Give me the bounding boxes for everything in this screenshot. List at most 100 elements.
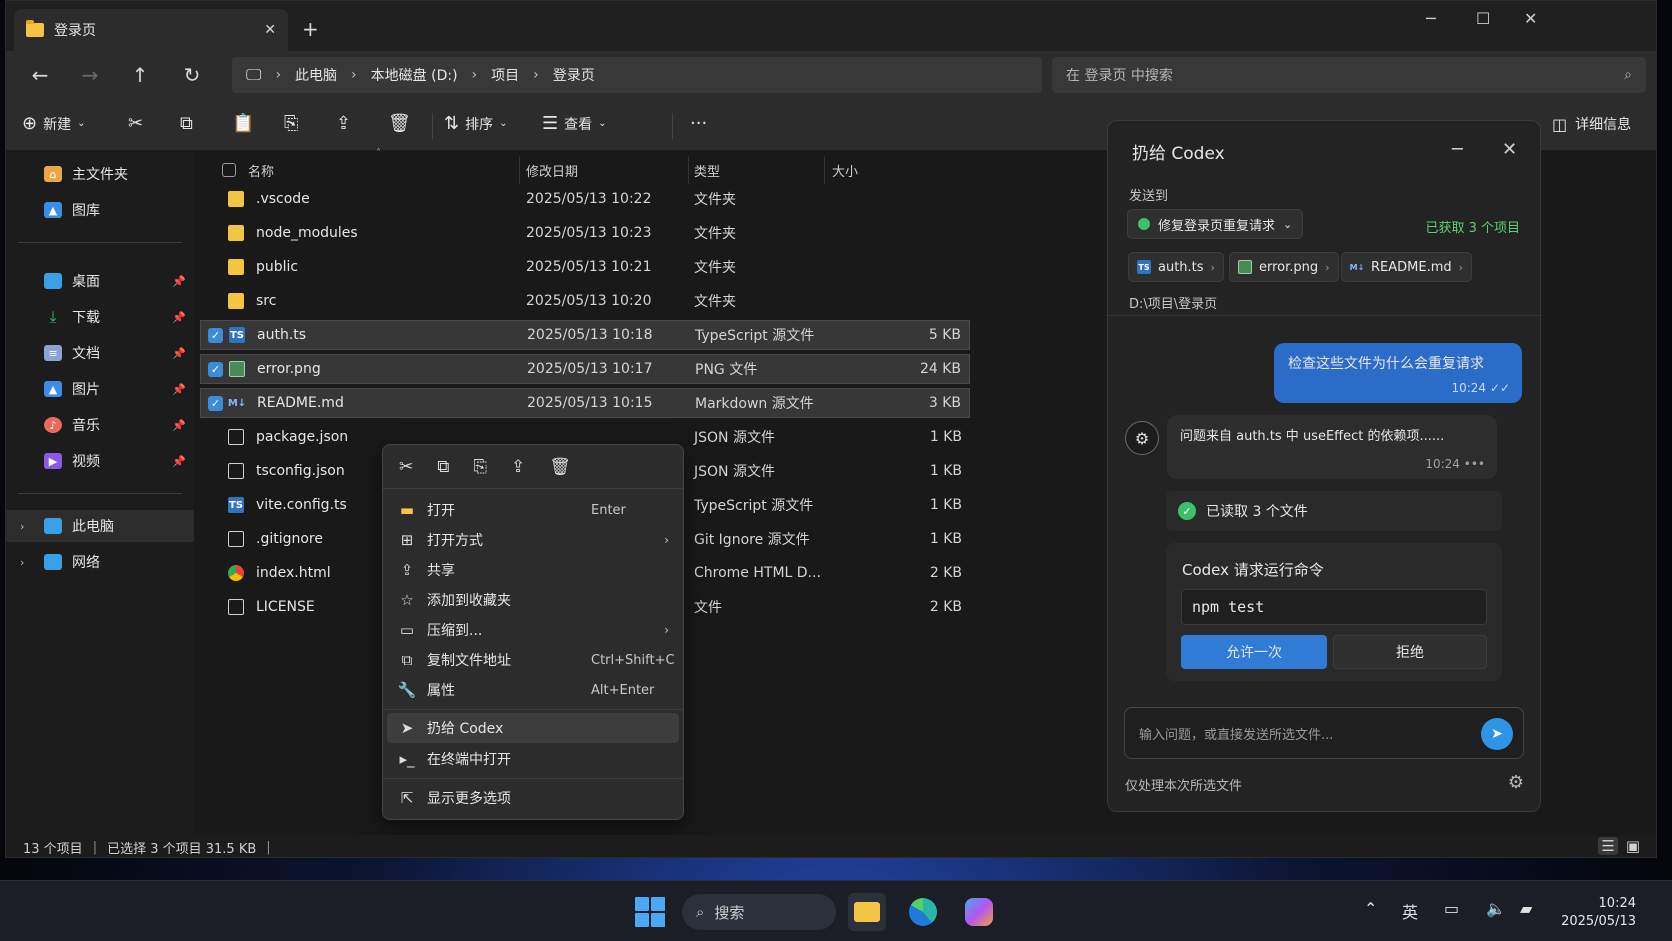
details-pane-button[interactable]: ◫ 详细信息	[1552, 114, 1631, 134]
pin-icon[interactable]: 📌	[172, 347, 186, 360]
message-input[interactable]: 输入问题，或直接发送所选文件... ➤	[1124, 707, 1524, 759]
deny-button[interactable]: 拒绝	[1333, 635, 1487, 669]
taskbar-search[interactable]: ⌕ 搜索	[682, 894, 836, 930]
file-row-vscode[interactable]: .vscode 2025/05/13 10:22 文件夹	[200, 184, 970, 214]
paste-button[interactable]: 📋	[232, 113, 254, 134]
forward-arrow-icon[interactable]: →	[76, 63, 104, 87]
menu-item-add-favorites[interactable]: ☆ 添加到收藏夹	[387, 585, 679, 615]
share-button[interactable]: ⇪	[336, 113, 351, 134]
share-icon[interactable]: ⇪	[511, 457, 525, 477]
taskbar-clock[interactable]: 10:24 2025/05/13	[1561, 895, 1636, 931]
menu-item-compress[interactable]: ▭ 压缩到... ›	[387, 615, 679, 645]
file-row-src[interactable]: src 2025/05/13 10:20 文件夹	[200, 286, 970, 316]
select-all-checkbox[interactable]	[222, 163, 236, 177]
breadcrumb-drive-d[interactable]: 本地磁盘 (D:)	[371, 65, 458, 85]
chevron-right-icon[interactable]: ›	[20, 556, 24, 569]
maximize-button[interactable]: ☐	[1476, 9, 1490, 28]
row-checkbox[interactable]: ✓	[208, 395, 223, 411]
attachment-chip-auth-ts[interactable]: TS auth.ts ›	[1128, 252, 1224, 282]
close-window-button[interactable]: ✕	[1524, 9, 1537, 28]
menu-item-open-terminal[interactable]: ▸_ 在终端中打开	[387, 744, 679, 774]
battery-icon[interactable]: ▰	[1520, 899, 1532, 918]
refresh-icon[interactable]: ↻	[178, 63, 206, 87]
new-tab-button[interactable]: +	[302, 17, 319, 41]
menu-item-properties[interactable]: 🔧 属性 Alt+Enter	[387, 675, 679, 705]
allow-once-button[interactable]: 允许一次	[1181, 635, 1327, 669]
sidebar-item-pictures[interactable]: ▲ 图片 📌	[6, 373, 194, 405]
pin-icon[interactable]: 📌	[172, 275, 186, 288]
pin-icon[interactable]: 📌	[172, 383, 186, 396]
file-explorer-taskbar-icon[interactable]	[848, 893, 886, 931]
file-row-error-png[interactable]: ✓ error.png 2025/05/13 10:17 PNG 文件 24 K…	[200, 354, 970, 384]
close-panel-button[interactable]: ✕	[1502, 139, 1517, 160]
attachment-chip-error-png[interactable]: error.png ›	[1229, 252, 1339, 282]
menu-item-open[interactable]: ▬ 打开 Enter	[387, 495, 679, 525]
more-button[interactable]: ···	[690, 113, 707, 134]
sidebar-item-documents[interactable]: ≡ 文档 📌	[6, 337, 194, 369]
target-thread-dropdown[interactable]: 修复登录页重复请求 ⌄	[1127, 209, 1304, 239]
scissors-icon[interactable]: ✂	[399, 457, 413, 477]
menu-item-open-with[interactable]: ⊞ 打开方式 ›	[387, 525, 679, 555]
breadcrumb-login-page[interactable]: 登录页	[553, 65, 595, 85]
file-row-auth-ts[interactable]: ✓ TS auth.ts 2025/05/13 10:18 TypeScript…	[200, 320, 970, 350]
sidebar-item-downloads[interactable]: ⤓ 下载 📌	[6, 301, 194, 333]
gear-icon[interactable]: ⚙	[1508, 772, 1524, 793]
copilot-taskbar-icon[interactable]	[960, 893, 998, 931]
menu-item-more-options[interactable]: ⇱ 显示更多选项	[387, 783, 679, 813]
input-method-indicator[interactable]: 英	[1402, 899, 1418, 923]
pin-icon[interactable]: 📌	[172, 419, 186, 432]
row-checkbox[interactable]: ✓	[208, 327, 223, 343]
rename-icon[interactable]: ⎘	[473, 457, 487, 477]
sidebar-item-desktop[interactable]: 桌面 📌	[6, 265, 194, 297]
send-icon[interactable]: ➤	[1481, 718, 1513, 750]
chevron-right-icon[interactable]: ›	[20, 520, 24, 533]
column-divider[interactable]	[688, 156, 689, 184]
menu-item-share[interactable]: ⇪ 共享	[387, 555, 679, 585]
details-view-icon[interactable]: ☰	[1598, 837, 1618, 855]
sidebar-item-videos[interactable]: ▶ 视频 📌	[6, 445, 194, 477]
view-button[interactable]: ☰ 查看 ⌄	[542, 113, 607, 134]
column-divider[interactable]	[824, 156, 825, 184]
copy-icon[interactable]: ⧉	[437, 457, 449, 477]
sidebar-item-this-pc[interactable]: › 此电脑	[6, 510, 194, 542]
close-tab-icon[interactable]: ✕	[264, 22, 276, 38]
pin-icon[interactable]: 📌	[172, 311, 186, 324]
file-row-public[interactable]: public 2025/05/13 10:21 文件夹	[200, 252, 970, 282]
minimize-button[interactable]: ─	[1426, 9, 1436, 28]
tab-login-page[interactable]: 登录页 ✕	[14, 9, 288, 51]
column-header-size[interactable]: 大小	[832, 152, 858, 188]
sort-button[interactable]: ⇅ 排序 ⌄	[444, 113, 507, 134]
sidebar-item-network[interactable]: › 网络	[6, 546, 194, 578]
row-checkbox[interactable]: ✓	[208, 361, 223, 377]
tiles-view-icon[interactable]: ▣	[1626, 837, 1640, 855]
attachment-chip-readme-md[interactable]: M↓ README.md ›	[1341, 252, 1473, 282]
menu-item-send-to-codex[interactable]: ➤ 扔给 Codex	[387, 713, 679, 743]
tray-expand-icon[interactable]: ⌃	[1364, 899, 1377, 918]
breadcrumb-projects[interactable]: 项目	[491, 65, 519, 85]
sidebar-item-home[interactable]: ⌂ 主文件夹	[6, 158, 194, 190]
copy-button[interactable]: ⧉	[180, 113, 193, 134]
windows-start-icon[interactable]	[635, 897, 665, 927]
breadcrumb-this-pc[interactable]: 此电脑	[295, 65, 337, 85]
pin-icon[interactable]: 📌	[172, 455, 186, 468]
delete-button[interactable]: 🗑	[388, 113, 411, 134]
volume-icon[interactable]: 🔈	[1486, 899, 1506, 918]
network-icon[interactable]: ▭	[1444, 899, 1459, 918]
address-bar[interactable]: 🖵 › 此电脑 › 本地磁盘 (D:) › 项目 › 登录页	[232, 57, 1042, 93]
file-row-node-modules[interactable]: node_modules 2025/05/13 10:23 文件夹	[200, 218, 970, 248]
rename-button[interactable]: ⎘	[284, 113, 298, 134]
minimize-panel-button[interactable]: ─	[1452, 139, 1463, 160]
trash-icon[interactable]: 🗑	[549, 457, 571, 477]
sidebar-item-gallery[interactable]: ▲ 图库	[6, 194, 194, 226]
column-divider[interactable]	[519, 156, 520, 184]
column-header-name[interactable]: 名称	[222, 152, 274, 188]
menu-item-copy-path[interactable]: ⧉ 复制文件地址 Ctrl+Shift+C	[387, 645, 679, 675]
cut-button[interactable]: ✂	[128, 113, 143, 134]
search-box[interactable]: 在 登录页 中搜索 ⌕	[1052, 57, 1646, 93]
column-header-date[interactable]: 修改日期	[526, 152, 578, 188]
up-arrow-icon[interactable]: ↑	[126, 63, 154, 87]
edge-taskbar-icon[interactable]	[904, 893, 942, 931]
new-button[interactable]: ⊕ 新建 ⌄	[22, 113, 85, 134]
file-row-readme-md[interactable]: ✓ M↓ README.md 2025/05/13 10:15 Markdown…	[200, 388, 970, 418]
column-header-type[interactable]: 类型	[694, 152, 720, 188]
